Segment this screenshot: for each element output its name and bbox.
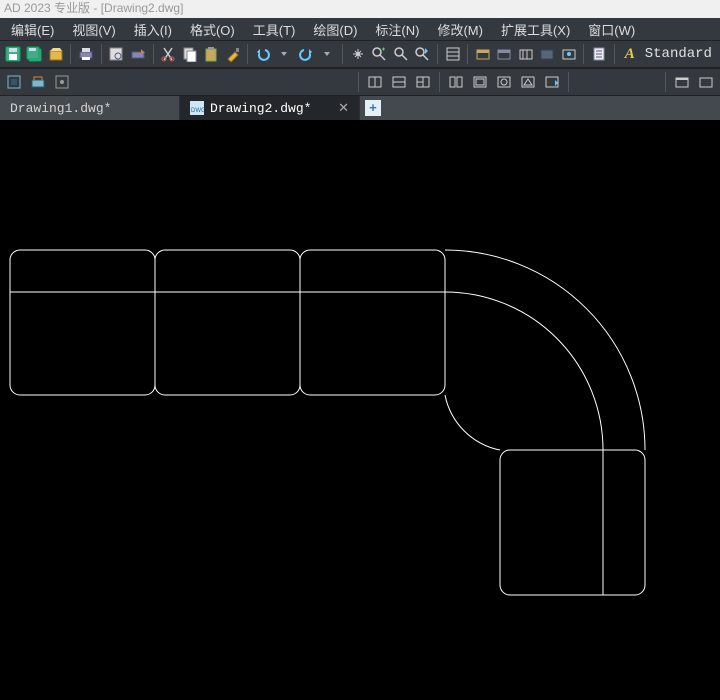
undo-icon[interactable] [253, 43, 272, 65]
menu-view[interactable]: 视图(V) [63, 18, 124, 41]
layout2-icon[interactable] [469, 71, 491, 93]
zoom-realtime-icon[interactable] [369, 43, 388, 65]
toolbox5-icon[interactable] [559, 43, 578, 65]
print-preview-icon[interactable] [107, 43, 126, 65]
toolbox4-icon[interactable] [538, 43, 557, 65]
zoom-window-icon[interactable] [391, 43, 410, 65]
title-bar: AD 2023 专业版 - [Drawing2.dwg] [0, 0, 720, 18]
document-tabs: Drawing1.dwg* DWG Drawing2.dwg* ✕ + [0, 96, 720, 120]
menu-modify[interactable]: 修改(M) [428, 18, 492, 41]
text-style-icon: A [625, 46, 635, 63]
object1-icon[interactable] [3, 71, 25, 93]
menu-format[interactable]: 格式(O) [181, 18, 244, 41]
open-multi-icon[interactable] [46, 43, 65, 65]
viewport2-icon[interactable] [388, 71, 410, 93]
cut-icon[interactable] [158, 43, 177, 65]
viewport3-icon[interactable] [412, 71, 434, 93]
redo-dropdown-icon[interactable] [318, 43, 337, 65]
pan-icon[interactable] [348, 43, 367, 65]
save-icon[interactable] [3, 43, 22, 65]
drawing-canvas[interactable] [0, 120, 720, 693]
saveall-icon[interactable] [24, 43, 43, 65]
title-text: AD 2023 专业版 - [Drawing2.dwg] [4, 1, 183, 15]
print-icon[interactable] [76, 43, 95, 65]
menu-bar: 编辑(E) 视图(V) 插入(I) 格式(O) 工具(T) 绘图(D) 标注(N… [0, 18, 720, 40]
menu-draw[interactable]: 绘图(D) [304, 18, 366, 41]
layout4-icon[interactable] [517, 71, 539, 93]
plus-icon: + [365, 100, 381, 116]
dwg-file-icon: DWG [190, 101, 204, 115]
menu-extend[interactable]: 扩展工具(X) [492, 18, 579, 41]
paste-icon[interactable] [201, 43, 220, 65]
menu-dimension[interactable]: 标注(N) [366, 18, 428, 41]
toolbox3-icon[interactable] [516, 43, 535, 65]
add-tab-button[interactable]: + [360, 96, 386, 120]
tab-drawing2[interactable]: DWG Drawing2.dwg* ✕ [180, 96, 360, 120]
window-restore-icon[interactable] [671, 71, 693, 93]
toolbox2-icon[interactable] [495, 43, 514, 65]
menu-window[interactable]: 窗口(W) [579, 18, 644, 41]
match-prop-icon[interactable] [223, 43, 242, 65]
viewport1-icon[interactable] [364, 71, 386, 93]
undo-dropdown-icon[interactable] [275, 43, 294, 65]
tab-drawing1[interactable]: Drawing1.dwg* [0, 96, 180, 120]
copy-icon[interactable] [180, 43, 199, 65]
toolbar-main: A Standard [0, 40, 720, 68]
layout1-icon[interactable] [445, 71, 467, 93]
menu-edit[interactable]: 编辑(E) [2, 18, 63, 41]
menu-insert[interactable]: 插入(I) [125, 18, 181, 41]
object3-icon[interactable] [51, 71, 73, 93]
zoom-previous-icon[interactable] [412, 43, 431, 65]
window-close-icon[interactable] [695, 71, 717, 93]
text-style-selector[interactable]: A Standard [625, 44, 718, 64]
layout3-icon[interactable] [493, 71, 515, 93]
layout5-icon[interactable] [541, 71, 563, 93]
toolbar-secondary [0, 68, 720, 96]
redo-icon[interactable] [296, 43, 315, 65]
toolbox1-icon[interactable] [473, 43, 492, 65]
close-icon[interactable]: ✕ [338, 101, 349, 116]
tab-label: Drawing1.dwg* [10, 101, 111, 116]
properties-icon[interactable] [589, 43, 608, 65]
svg-text:DWG: DWG [191, 108, 204, 114]
tab-label: Drawing2.dwg* [210, 101, 311, 116]
text-style-label: Standard [639, 44, 718, 64]
plot-publish-icon[interactable] [128, 43, 147, 65]
object2-icon[interactable] [27, 71, 49, 93]
menu-tools[interactable]: 工具(T) [244, 18, 305, 41]
layer-props-icon[interactable] [443, 43, 462, 65]
